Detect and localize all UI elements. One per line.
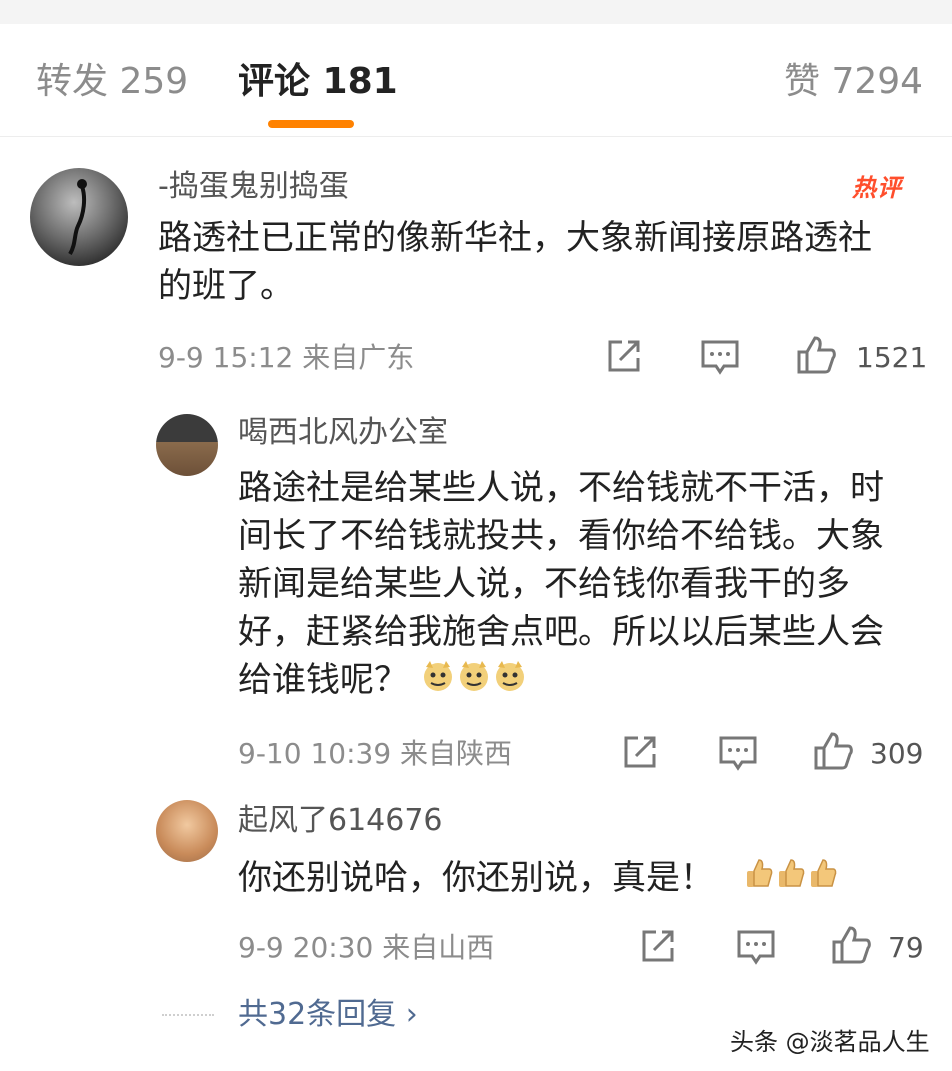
comment-meta: 9-9 15:12 来自广东 (158, 341, 415, 374)
reply-username[interactable]: 起风了614676 (238, 802, 443, 840)
doge-icon (421, 658, 455, 706)
tab-comments[interactable]: 评论 181 (238, 60, 398, 104)
share-icon[interactable] (606, 338, 642, 374)
reply-meta: 9-10 10:39 来自陕西 (238, 737, 513, 770)
like-count: 79 (888, 931, 924, 964)
like-count: 309 (870, 737, 924, 770)
comment-icon[interactable] (736, 928, 776, 966)
thumbs-up-icon (775, 856, 805, 904)
reply-meta: 9-9 20:30 来自山西 (238, 931, 495, 964)
tab-bar: 转发 259 评论 181 赞 7294 (0, 24, 952, 137)
share-icon[interactable] (640, 928, 676, 964)
avatar[interactable] (156, 800, 218, 862)
reply-text: 路途社是给某些人说，不给钱就不干活，时间长了不给钱就投共，看你给不给钱。大象新闻… (238, 464, 906, 706)
more-replies-link[interactable]: 共32条回复 › (238, 996, 418, 1034)
comment-icon[interactable] (718, 734, 758, 772)
tab-repost[interactable]: 转发 259 (36, 60, 188, 104)
like-icon[interactable] (830, 924, 872, 966)
like-count: 1521 (856, 341, 928, 374)
thumbs-up-icon (743, 856, 773, 904)
avatar[interactable] (156, 414, 218, 476)
comment-username[interactable]: -捣蛋鬼别捣蛋 (158, 168, 349, 206)
tab-likes[interactable]: 赞 7294 (784, 60, 923, 104)
avatar[interactable] (30, 168, 128, 266)
like-icon[interactable] (795, 334, 837, 376)
reply-text-content: 你还别说哈，你还别说，真是！ (238, 858, 714, 898)
diver-silhouette-icon (68, 179, 87, 256)
thumbs-up-icon (807, 856, 837, 904)
reply-username[interactable]: 喝西北风办公室 (238, 414, 448, 452)
top-band (0, 0, 952, 24)
doge-icon (493, 658, 527, 706)
comment-text: 路透社已正常的像新华社，大象新闻接原路透社的班了。 (158, 218, 872, 306)
like-icon[interactable] (812, 730, 854, 772)
watermark: 头条 @淡茗品人生 (730, 1028, 930, 1056)
hot-comment-badge: 热评 (852, 174, 902, 202)
divider-dots (162, 1014, 214, 1016)
reply-text-content: 路途社是给某些人说，不给钱就不干活，时间长了不给钱就投共，看你给不给钱。大象新闻… (238, 468, 884, 700)
comment-icon[interactable] (700, 338, 740, 376)
share-icon[interactable] (622, 734, 658, 770)
reply-text: 你还别说哈，你还别说，真是！ (238, 854, 906, 904)
doge-icon (457, 658, 491, 706)
active-tab-indicator (268, 120, 354, 128)
